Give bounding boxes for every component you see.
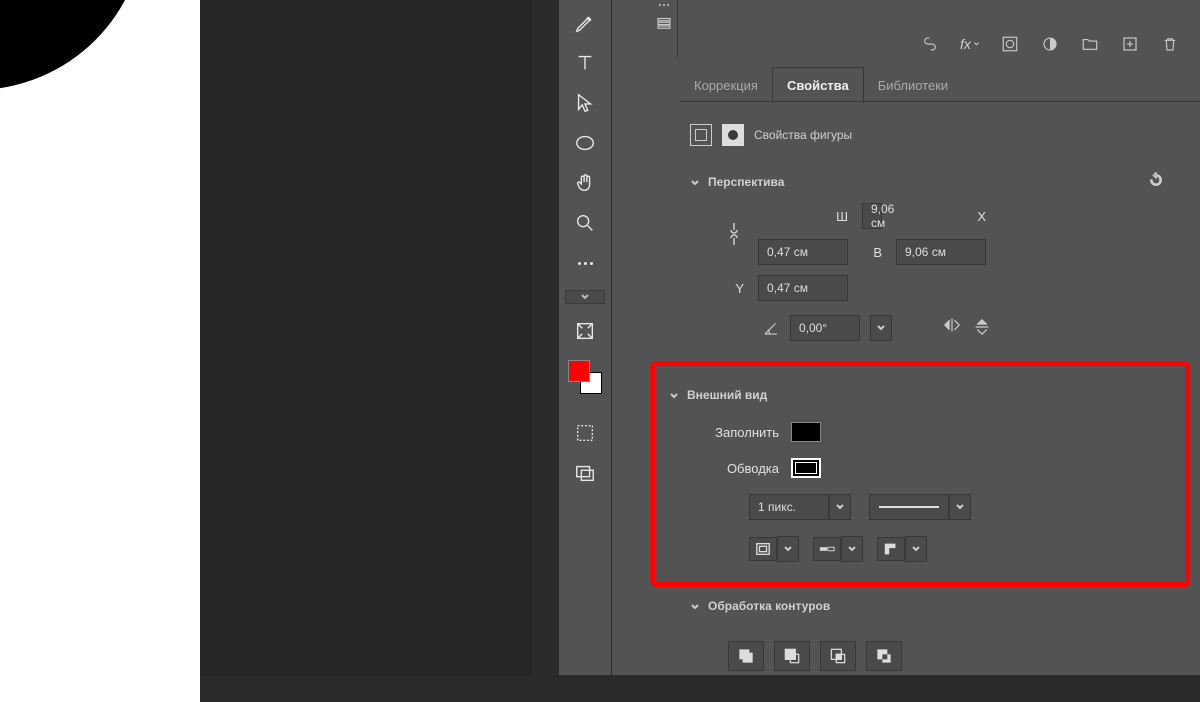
pathop-exclude[interactable] <box>866 641 902 671</box>
height-label: В <box>862 245 882 260</box>
pathops-section <box>684 625 1180 681</box>
tab-correction[interactable]: Коррекция <box>680 68 772 103</box>
document-canvas[interactable] <box>0 0 200 702</box>
section-pathops-label: Обработка контуров <box>708 599 830 613</box>
zoom-tool[interactable] <box>569 208 601 238</box>
fill-label: Заполнить <box>699 425 779 440</box>
chevron-down-icon <box>690 177 700 187</box>
layer-action-icons: fx <box>920 34 1180 54</box>
stroke-corners-button[interactable] <box>877 537 905 561</box>
angle-row: 0,00° <box>684 301 1180 355</box>
pathop-subtract[interactable] <box>774 641 810 671</box>
panel-divider <box>530 0 531 675</box>
y-field[interactable]: 0,47 см <box>758 275 848 301</box>
adjustment-layer-icon[interactable] <box>1040 34 1060 54</box>
tab-properties[interactable]: Свойства <box>772 67 864 103</box>
collapsed-panel-icon[interactable] <box>653 12 675 34</box>
stroke-label: Обводка <box>699 461 779 476</box>
width-field[interactable]: 9,06 см <box>862 203 882 229</box>
stroke-align-row <box>699 528 1171 562</box>
screen-mode-tool[interactable] <box>569 458 601 488</box>
stroke-width-field[interactable]: 1 пикс. <box>749 494 829 520</box>
quick-mask-tool[interactable] <box>569 418 601 448</box>
fill-color-swatch[interactable] <box>791 422 821 442</box>
panel-tabs: Коррекция Свойства Библиотеки <box>680 68 962 102</box>
x-field[interactable]: 0,47 см <box>758 239 848 265</box>
section-appearance-header[interactable]: Внешний вид <box>669 376 1171 414</box>
angle-field[interactable]: 0,00° <box>790 315 860 341</box>
chevron-down-icon <box>669 390 679 400</box>
live-shape-icon <box>690 124 712 146</box>
stroke-corners-dropdown[interactable] <box>905 536 927 562</box>
properties-header: Свойства фигуры <box>684 110 1180 160</box>
stroke-align-dropdown[interactable] <box>777 536 799 562</box>
pathop-intersect[interactable] <box>820 641 856 671</box>
color-swatches[interactable] <box>568 360 602 394</box>
section-pathops-header[interactable]: Обработка контуров <box>684 587 1180 625</box>
mask-badge-icon <box>722 124 744 146</box>
foreground-color-swatch[interactable] <box>568 360 590 382</box>
pen-tool[interactable] <box>569 8 601 38</box>
flip-horizontal-icon[interactable] <box>942 317 962 340</box>
canvas-area[interactable] <box>0 0 530 675</box>
stroke-color-swatch[interactable] <box>791 458 821 478</box>
stroke-caps-dropdown[interactable] <box>841 536 863 562</box>
type-tool[interactable] <box>569 48 601 78</box>
pathop-unite[interactable] <box>728 641 764 671</box>
tools-toolbar <box>558 0 612 675</box>
hand-tool[interactable] <box>569 168 601 198</box>
new-layer-icon[interactable] <box>1120 34 1140 54</box>
layer-mask-icon[interactable] <box>1000 34 1020 54</box>
trash-icon[interactable] <box>1160 34 1180 54</box>
toolbar-collapse[interactable] <box>565 290 605 304</box>
more-tools[interactable] <box>569 248 601 278</box>
stroke-controls: 1 пикс. <box>699 486 1171 528</box>
edit-toolbar[interactable] <box>569 316 601 346</box>
stroke-row: Обводка <box>699 450 1171 486</box>
appearance-highlight: Внешний вид Заполнить Обводка 1 пикс. <box>650 361 1190 587</box>
fill-row: Заполнить <box>699 414 1171 450</box>
properties-panel: Свойства фигуры Перспектива Ш 9,06 см X … <box>684 110 1180 681</box>
collapsed-panel-strip <box>650 0 678 58</box>
stroke-style-dropdown[interactable] <box>949 494 971 520</box>
height-field[interactable]: 9,06 см <box>896 239 986 265</box>
angle-icon <box>762 319 780 337</box>
tab-libraries[interactable]: Библиотеки <box>864 68 962 103</box>
stroke-caps-button[interactable] <box>813 537 841 561</box>
link-layers-icon[interactable] <box>920 34 940 54</box>
dimensions-grid: Ш 9,06 см X 0,47 см В 9,06 см Y 0,47 см <box>684 203 1180 301</box>
x-label: X <box>896 209 986 224</box>
chevron-down-icon <box>690 601 700 611</box>
properties-title: Свойства фигуры <box>754 128 852 142</box>
y-label: Y <box>724 281 744 296</box>
stroke-align-button[interactable] <box>749 537 777 561</box>
stroke-style-preview[interactable] <box>869 494 949 520</box>
section-perspective-header[interactable]: Перспектива <box>684 160 1180 203</box>
angle-dropdown[interactable] <box>870 315 892 341</box>
stroke-width-dropdown[interactable] <box>829 494 851 520</box>
ellipse-tool[interactable] <box>569 128 601 158</box>
folder-icon[interactable] <box>1080 34 1100 54</box>
shape-circle[interactable] <box>0 0 145 90</box>
fx-icon[interactable]: fx <box>960 34 980 54</box>
reset-icon[interactable] <box>1148 172 1164 191</box>
link-dimensions-icon[interactable] <box>724 220 744 248</box>
section-appearance-label: Внешний вид <box>687 388 767 402</box>
width-label: Ш <box>758 209 848 224</box>
section-perspective-label: Перспектива <box>708 175 784 189</box>
flip-vertical-icon[interactable] <box>974 317 990 340</box>
path-selection-tool[interactable] <box>569 88 601 118</box>
